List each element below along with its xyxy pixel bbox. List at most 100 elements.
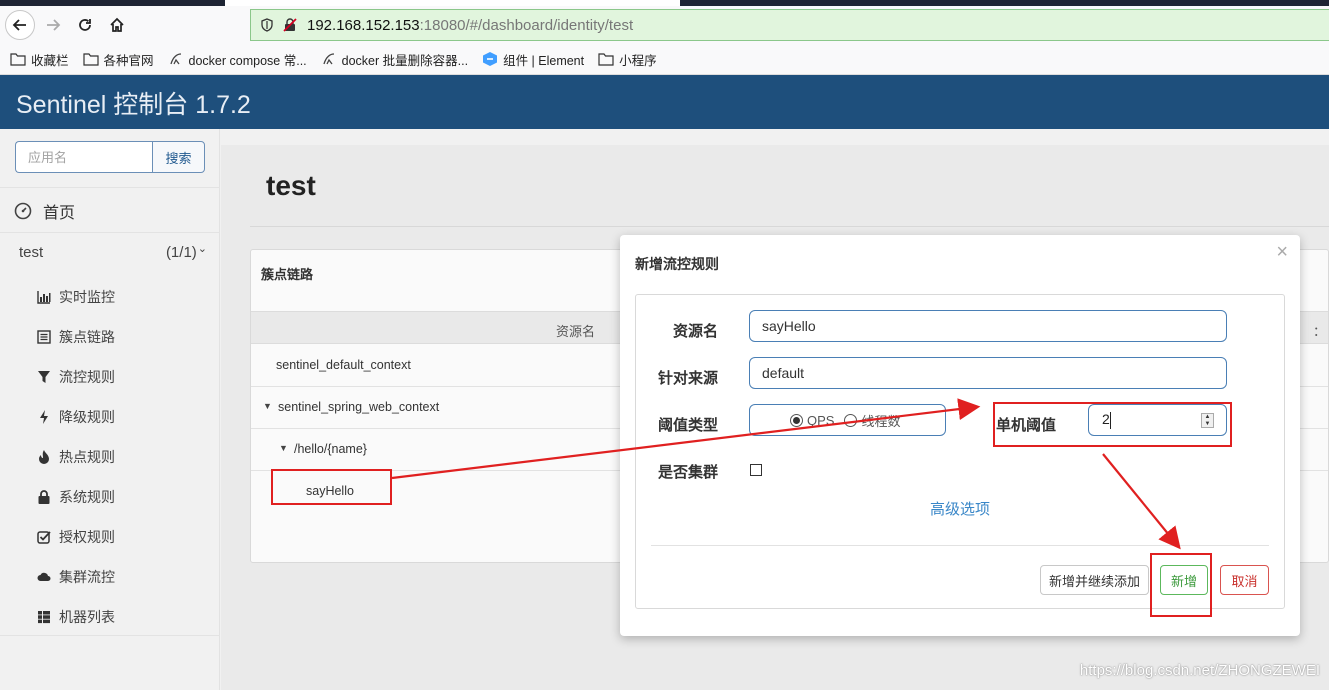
cloud-icon: [36, 569, 52, 585]
lock-icon: [36, 489, 52, 505]
watermark: https://blog.csdn.net/ZHONGZEWEI: [1079, 662, 1320, 679]
browser-toolbar: 192.168.152.153:18080/#/dashboard/identi…: [0, 6, 1329, 44]
sidebar-item-label: 降级规则: [59, 409, 115, 425]
cluster-checkbox[interactable]: [750, 464, 762, 476]
sidebar-item-label: 热点规则: [59, 449, 115, 465]
address-bar[interactable]: 192.168.152.153:18080/#/dashboard/identi…: [250, 9, 1329, 41]
check-square-icon: [36, 529, 52, 545]
bookmark-label: docker compose 常...: [188, 53, 307, 68]
bookmark-label: 组件 | Element: [503, 53, 585, 68]
th-list-icon: [36, 609, 52, 625]
bookmarks-bar: 收藏栏 各种官网 docker compose 常... docker 批量删除容器.…: [0, 44, 1329, 75]
bookmark-item[interactable]: 组件 | Element: [482, 50, 584, 69]
radio-thread-label: 线程数: [861, 413, 901, 429]
fire-icon: [36, 449, 52, 465]
app-search: 搜索: [15, 141, 205, 173]
caret-down-icon[interactable]: ▼: [279, 443, 288, 453]
annotation-box-sayhello: [271, 469, 392, 505]
grade-label: 阈值类型: [658, 417, 719, 434]
divider: [250, 226, 1329, 227]
sidebar-app-test[interactable]: test (1/1) ⌄: [19, 243, 207, 261]
divider: [651, 545, 1269, 546]
sidebar: 搜索 首页 test (1/1)⌄ 实时监控簇点链路流控规则降级规则热点规则系统…: [0, 129, 220, 690]
tree-row-label: sentinel_default_context: [276, 358, 411, 372]
tree-row-label: /hello/{name}: [294, 442, 367, 456]
app-title[interactable]: Sentinel 控制台 1.7.2: [16, 85, 251, 121]
grade-radio-group: QPS 线程数: [749, 404, 946, 436]
page-title: test: [266, 170, 316, 201]
add-and-continue-button[interactable]: 新增并继续添加: [1040, 565, 1149, 595]
radio-thread[interactable]: [844, 413, 858, 427]
cluster-label: 是否集群: [658, 464, 719, 481]
folder-icon: [10, 52, 26, 66]
shield-icon: [261, 18, 273, 32]
sidebar-item-label: 实时监控: [59, 289, 115, 305]
app-header: Sentinel 控制台 1.7.2: [0, 75, 1329, 129]
list-icon: [36, 329, 52, 345]
chevron-down-icon: ⌄: [197, 243, 207, 255]
annotation-box-threshold: [993, 402, 1232, 447]
back-icon[interactable]: [5, 10, 35, 40]
annotation-box-add-button: [1150, 553, 1212, 617]
radio-qps[interactable]: [790, 413, 803, 427]
advanced-options-link[interactable]: 高级选项: [930, 498, 990, 519]
limit-origin-input[interactable]: [749, 357, 1227, 389]
column-header-resource: 资源名: [556, 324, 596, 339]
insecure-lock-icon: [283, 18, 297, 32]
origin-label: 针对来源: [658, 370, 719, 387]
sidebar-item-8[interactable]: 集群流控: [36, 567, 115, 587]
bookmark-item[interactable]: 小程序: [598, 50, 657, 69]
forward-icon[interactable]: [38, 10, 68, 40]
sidebar-item-5[interactable]: 热点规则: [36, 447, 115, 467]
folder-icon: [598, 52, 614, 66]
cancel-button[interactable]: 取消: [1220, 565, 1269, 595]
app-name: test: [19, 244, 44, 261]
sidebar-item-label: 机器列表: [59, 609, 115, 625]
app-machine-count: (1/1): [165, 244, 197, 261]
sidebar-item-home[interactable]: 首页: [14, 199, 75, 223]
bookmark-site-icon: [168, 52, 184, 66]
dashboard-gauge-icon: [14, 202, 32, 220]
sidebar-item-label: 首页: [43, 205, 76, 222]
resource-name-input[interactable]: [749, 310, 1227, 342]
element-logo-icon: [482, 52, 498, 66]
app-search-input[interactable]: [15, 141, 152, 173]
caret-down-icon[interactable]: ▼: [263, 401, 272, 411]
bookmark-label: 收藏栏: [31, 53, 69, 68]
bookmark-label: 各种官网: [103, 53, 154, 68]
reload-icon[interactable]: [70, 10, 100, 40]
folder-icon: [82, 52, 99, 66]
sidebar-item-3[interactable]: 流控规则: [36, 367, 115, 387]
url-text: 192.168.152.153:18080/#/dashboard/identi…: [307, 16, 634, 34]
sidebar-item-label: 流控规则: [59, 369, 115, 385]
column-header-cut: ：: [1312, 324, 1326, 339]
bookmark-site-icon: [321, 52, 337, 66]
sidebar-item-9[interactable]: 机器列表: [36, 607, 115, 627]
flash-icon: [36, 409, 52, 425]
sidebar-item-4[interactable]: 降级规则: [36, 407, 115, 427]
home-icon[interactable]: [102, 10, 132, 40]
sidebar-item-7[interactable]: 授权规则: [36, 527, 115, 547]
sidebar-item-2[interactable]: 簇点链路: [36, 327, 115, 347]
sidebar-item-1[interactable]: 实时监控: [36, 287, 115, 307]
bookmark-item[interactable]: 收藏栏: [10, 50, 69, 69]
sidebar-item-6[interactable]: 系统规则: [36, 487, 115, 507]
resource-label: 资源名: [673, 323, 719, 340]
bookmark-label: 小程序: [619, 53, 657, 68]
bookmark-label: docker 批量删除容器...: [341, 53, 469, 68]
sidebar-item-label: 集群流控: [59, 569, 115, 585]
filter-icon: [36, 369, 52, 385]
sidebar-item-label: 簇点链路: [59, 329, 115, 345]
close-icon[interactable]: ×: [1276, 241, 1288, 264]
radio-qps-label: QPS: [807, 412, 835, 428]
sidebar-item-label: 授权规则: [59, 529, 115, 545]
search-button[interactable]: 搜索: [152, 141, 205, 173]
bookmark-item[interactable]: docker compose 常...: [168, 50, 307, 69]
sidebar-item-label: 系统规则: [59, 489, 115, 505]
dialog-title: 新增流控规则: [635, 256, 719, 272]
panel-title: 簇点链路: [261, 267, 314, 282]
bookmark-item[interactable]: 各种官网: [82, 50, 154, 69]
bookmark-item[interactable]: docker 批量删除容器...: [321, 50, 468, 69]
bar-chart-icon: [36, 289, 52, 305]
tree-row-label: sentinel_spring_web_context: [278, 400, 440, 414]
